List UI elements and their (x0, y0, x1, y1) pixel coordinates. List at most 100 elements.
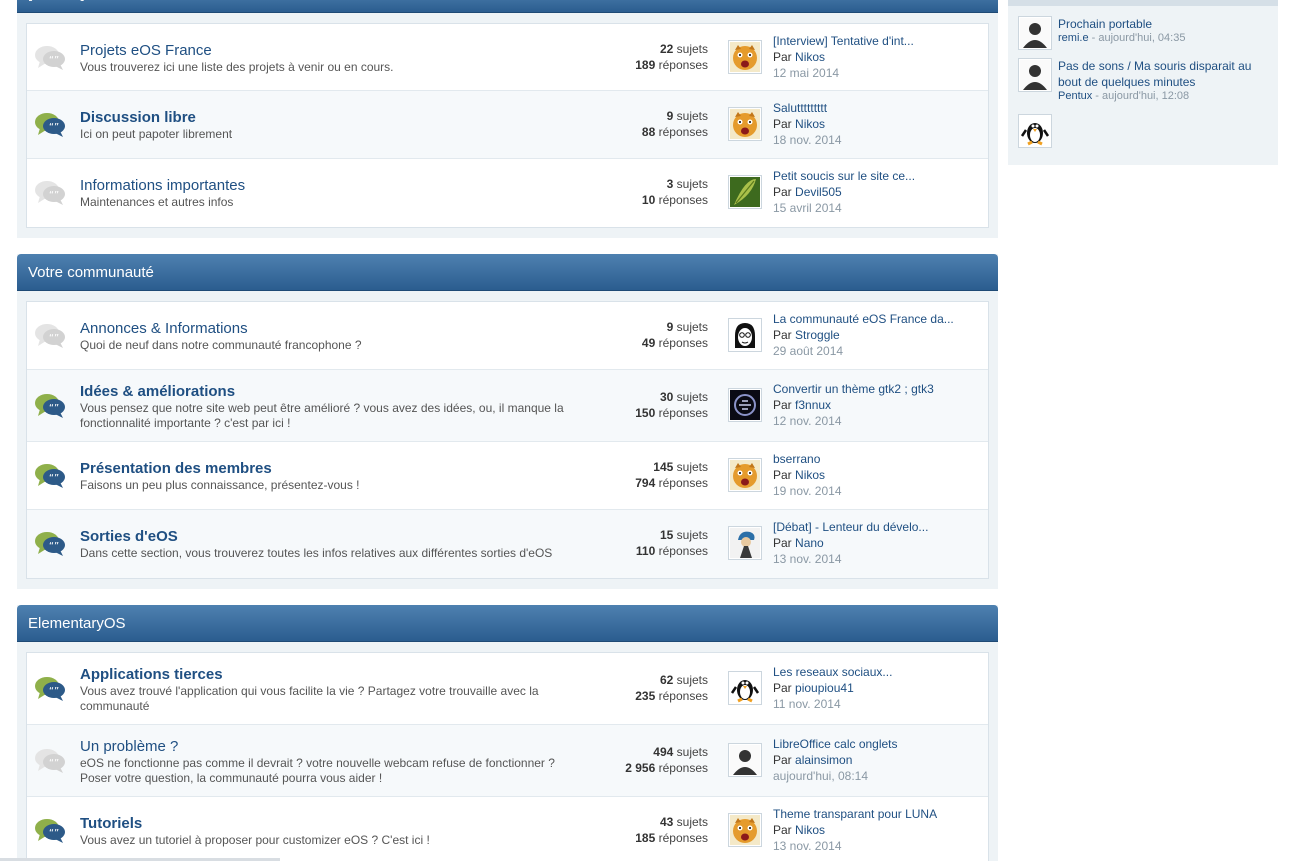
thread-author-avatar[interactable] (1018, 16, 1052, 50)
forum-title-link[interactable]: Sorties d'eOS (80, 528, 178, 545)
category-title[interactable]: ElementaryOS (17, 605, 998, 642)
forum-list: “” Applications tierces Vous avez trouvé l… (26, 652, 989, 861)
last-post-date: aujourd'hui, 08:14 (773, 769, 869, 783)
svg-text:“”: “” (49, 686, 59, 697)
last-post-title-link[interactable]: Convertir un thème gtk2 ; gtk3 (773, 381, 993, 397)
last-post-title-link[interactable]: Theme transparant pour LUNA (773, 806, 993, 822)
last-post-date: 29 août 2014 (773, 344, 844, 358)
last-post-info: Saluttttttttt Par Nikos 18 nov. 2014 (773, 100, 993, 148)
forum-row: “” Sorties d'eOS Dans cette section, vous … (27, 510, 988, 578)
last-poster-avatar[interactable] (728, 813, 762, 847)
last-post-date: 15 avril 2014 (773, 201, 842, 215)
recent-thread-link[interactable]: Pas de sons / Ma souris disparait au bou… (1058, 58, 1268, 90)
by-label: Par (773, 823, 792, 837)
forum-read-icon: “” (33, 746, 67, 776)
svg-text:“”: “” (49, 541, 59, 552)
last-post-info: Les reseaux sociaux... Par pioupiou41 11 n… (773, 664, 993, 712)
last-poster-link[interactable]: Nikos (795, 823, 825, 837)
last-post-title-link[interactable]: bserrano (773, 451, 993, 467)
topics-label: sujets (676, 109, 708, 123)
topics-label: sujets (676, 320, 708, 334)
last-poster-link[interactable]: Stroggle (795, 328, 840, 342)
recent-thread-meta: remi.e - aujourd'hui, 04:35 (1058, 32, 1186, 44)
last-poster-avatar[interactable] (728, 175, 762, 209)
forum-row: “” Annonces & Informations Quoi de neuf da… (27, 302, 988, 370)
last-poster-link[interactable]: Devil505 (795, 185, 842, 199)
last-poster-avatar[interactable] (728, 743, 762, 777)
svg-text:“”: “” (49, 122, 59, 133)
forum-title-link[interactable]: Annonces & Informations (80, 320, 248, 337)
forum-stats: 9 sujets 88 réponses (588, 108, 708, 140)
recent-threads-sidebar: Prochain portable remi.e - aujourd'hui, 0… (1008, 0, 1278, 165)
forum-title-link[interactable]: Présentation des membres (80, 460, 272, 477)
forum-description: Vous avez un tutoriel à proposer pour cu… (80, 833, 430, 847)
last-poster-link[interactable]: Nikos (795, 468, 825, 482)
topics-label: sujets (676, 41, 708, 56)
recent-thread-link[interactable]: Prochain portable (1058, 16, 1268, 32)
last-poster-avatar[interactable] (728, 526, 762, 560)
last-post-date: 13 nov. 2014 (773, 552, 842, 566)
topics-count: 30 (659, 390, 674, 404)
last-poster-link[interactable]: Nikos (795, 50, 825, 64)
last-post-title-link[interactable]: La communauté eOS France da... (773, 311, 993, 327)
last-poster-avatar[interactable] (728, 671, 762, 705)
thread-time: aujourd'hui, 04:35 (1098, 32, 1186, 44)
thread-author-link[interactable]: remi.e (1058, 32, 1089, 44)
by-label: Par (773, 468, 792, 482)
last-post-title-link[interactable]: Petit soucis sur le site ce... (773, 168, 993, 184)
forum-read-icon: “” (33, 43, 67, 73)
last-post-info: La communauté eOS France da... Par Strogg… (773, 311, 993, 359)
thread-author-avatar[interactable] (1018, 114, 1052, 148)
forum-stats: 15 sujets 110 réponses (588, 527, 708, 559)
last-post-info: Convertir un thème gtk2 ; gtk3 Par f3nnux… (773, 381, 993, 429)
last-poster-avatar[interactable] (728, 388, 762, 422)
thread-author-avatar[interactable] (1018, 58, 1052, 92)
forum-title-link[interactable]: Projets eOS France (80, 42, 212, 59)
forum-title-link[interactable]: Discussion libre (80, 109, 196, 126)
topics-count: 43 (659, 815, 674, 829)
category-title[interactable]: [ADMIN] Le coin des admins d'eOS France (17, 0, 998, 13)
forum-unread-icon: “” (33, 391, 67, 421)
posts-count: 150 (635, 406, 656, 420)
last-post-title-link[interactable]: LibreOffice calc onglets (773, 736, 993, 752)
last-poster-avatar[interactable] (728, 107, 762, 141)
last-poster-link[interactable]: Nikos (795, 117, 825, 131)
forum-title-link[interactable]: Un problème ? (80, 738, 178, 755)
last-post-title-link[interactable]: [Débat] - Lenteur du dévelo... (773, 519, 993, 535)
svg-text:“”: “” (49, 473, 59, 484)
thread-author-link[interactable]: Pentux (1058, 90, 1092, 102)
last-poster-link[interactable]: pioupiou41 (795, 681, 854, 695)
last-poster-avatar[interactable] (728, 39, 762, 74)
last-poster-avatar[interactable] (728, 458, 762, 492)
last-poster-link[interactable]: alainsimon (795, 753, 852, 767)
last-poster-link[interactable]: Nano (795, 536, 824, 550)
forum-title-link[interactable]: Tutoriels (80, 815, 142, 832)
posts-count: 189 (635, 57, 656, 72)
forum-stats: 145 sujets 794 réponses (588, 459, 708, 491)
last-post-title-link[interactable]: [Interview] Tentative d'int... (773, 33, 993, 49)
forum-title-link[interactable]: Informations importantes (80, 177, 245, 194)
last-poster-link[interactable]: f3nnux (795, 398, 831, 412)
topics-count: 9 (666, 109, 674, 123)
topics-label: sujets (676, 673, 708, 687)
last-post-date: 12 mai 2014 (773, 65, 840, 80)
posts-label: réponses (658, 406, 708, 420)
category-title[interactable]: Votre communauté (17, 254, 998, 291)
forum-title-link[interactable]: Idées & améliorations (80, 383, 235, 400)
forum-title-link[interactable]: Applications tierces (80, 666, 223, 683)
posts-count: 235 (635, 689, 656, 703)
last-post-title-link[interactable]: Saluttttttttt (773, 100, 993, 116)
last-post-title-link[interactable]: Les reseaux sociaux... (773, 664, 993, 680)
forum-description: Vous trouverez ici une liste des projets… (80, 60, 394, 74)
posts-label: réponses (658, 761, 708, 775)
forum-index: [ADMIN] Le coin des admins d'eOS France “… (17, 0, 998, 861)
forum-unread-icon: “” (33, 529, 67, 559)
forum-description: Vous avez trouvé l'application qui vous … (80, 684, 539, 713)
posts-label: réponses (658, 689, 708, 703)
svg-text:“”: “” (49, 190, 59, 201)
last-post-date: 13 nov. 2014 (773, 839, 842, 853)
last-poster-avatar[interactable] (728, 318, 762, 352)
last-post-info: bserrano Par Nikos 19 nov. 2014 (773, 451, 993, 499)
topics-label: sujets (676, 460, 708, 474)
forum-read-icon: “” (33, 178, 67, 208)
